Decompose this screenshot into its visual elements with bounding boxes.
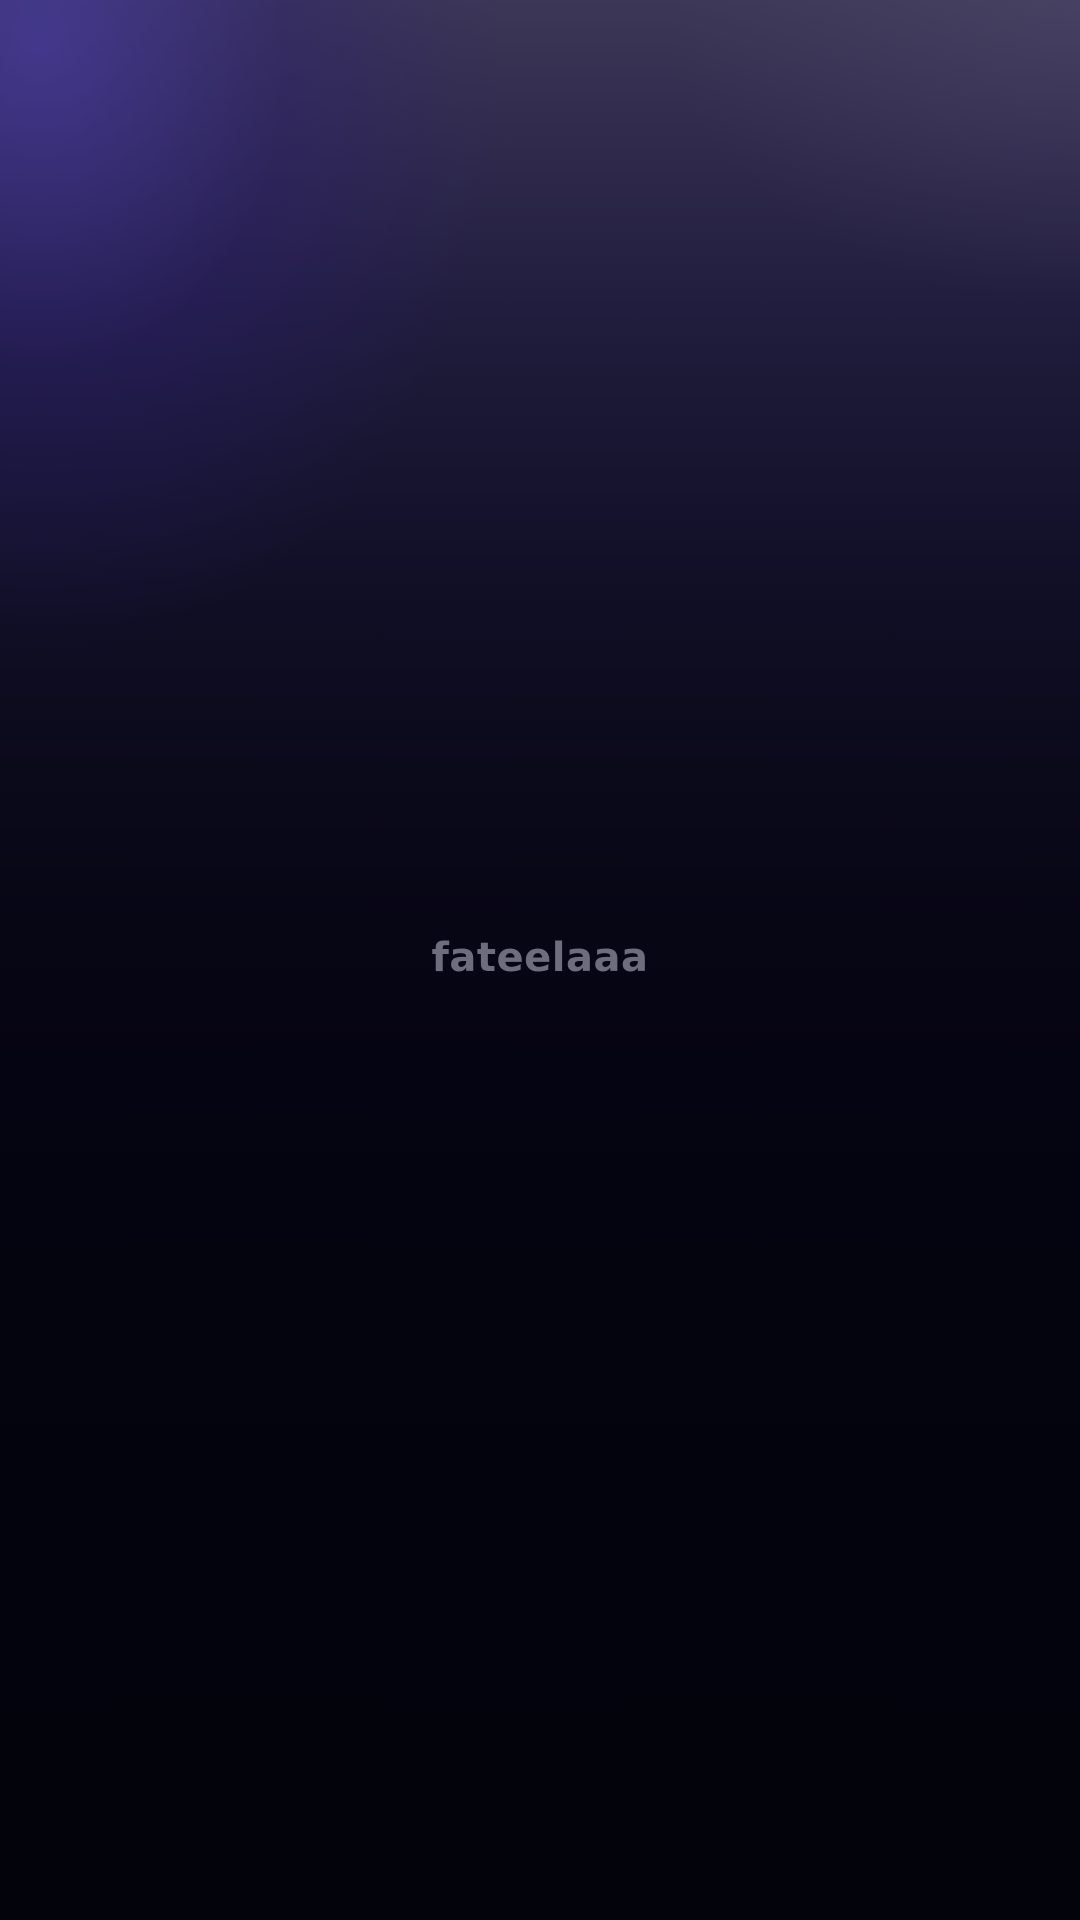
splash-screen: fateelaaa	[0, 0, 1080, 1920]
background-glow	[380, 0, 1080, 520]
brand-name: fateelaaa	[431, 935, 649, 981]
